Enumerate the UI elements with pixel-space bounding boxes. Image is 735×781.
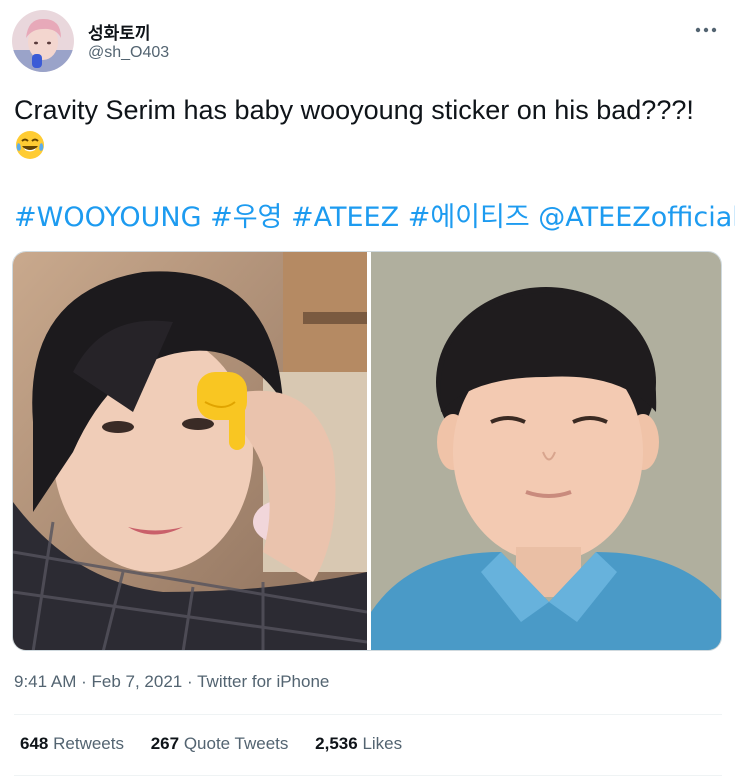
more-options-button[interactable] — [691, 20, 721, 40]
tweet-date[interactable]: Feb 7, 2021 — [92, 672, 183, 691]
tears-of-joy-emoji-icon — [14, 129, 46, 161]
quote-tweets-stat[interactable]: 267 Quote Tweets — [151, 734, 289, 754]
tweet: 성화토끼 @sh_O403 Cravity Serim has baby woo… — [0, 0, 735, 781]
divider — [14, 775, 722, 776]
hashtag-ateez-korean[interactable]: #에이티즈 — [408, 202, 530, 233]
quote-tweets-count: 267 — [150, 734, 180, 753]
likes-stat[interactable]: 2,536 Likes — [315, 734, 402, 754]
meta-separator: · — [187, 672, 193, 691]
retweets-count: 648 — [20, 734, 49, 753]
media-grid — [12, 251, 722, 651]
hashtag-wooyoung[interactable]: #WOOYOUNG — [14, 202, 202, 233]
retweets-stat[interactable]: 648 Retweets — [20, 734, 124, 754]
likes-count: 2,536 — [315, 734, 358, 753]
tweet-time[interactable]: 9:41 AM — [14, 672, 76, 691]
tweet-header: 성화토끼 @sh_O403 — [12, 10, 723, 72]
selfie-photo[interactable] — [13, 252, 367, 650]
avatar[interactable] — [12, 10, 74, 72]
mention-ateezofficial[interactable]: @ATEEZofficial — [538, 202, 735, 233]
childhood-photo[interactable] — [371, 252, 721, 650]
tweet-text: Cravity Serim has baby wooyoung sticker … — [14, 92, 724, 164]
divider — [14, 714, 722, 715]
user-handle[interactable]: @sh_O403 — [88, 44, 169, 62]
quote-tweets-label: Quote Tweets — [183, 734, 289, 753]
more-dots-icon — [695, 27, 717, 33]
hashtag-ateez[interactable]: #ATEEZ — [291, 202, 399, 233]
hashtag-line: #WOOYOUNG #우영 #ATEEZ #에이티즈 @ATEEZofficia… — [14, 200, 735, 236]
display-name[interactable]: 성화토끼 — [88, 19, 151, 44]
meta-separator: · — [81, 672, 87, 691]
tweet-source[interactable]: Twitter for iPhone — [197, 672, 329, 691]
tweet-body: Cravity Serim has baby wooyoung sticker … — [14, 95, 694, 125]
likes-label: Likes — [362, 734, 403, 753]
tweet-meta: 9:41 AM · Feb 7, 2021 · Twitter for iPho… — [14, 672, 329, 692]
hashtag-wooyoung-korean[interactable]: #우영 — [210, 202, 282, 233]
engagement-stats: 648 Retweets 267 Quote Tweets 2,536 Like… — [20, 734, 424, 754]
retweets-label: Retweets — [53, 734, 124, 753]
